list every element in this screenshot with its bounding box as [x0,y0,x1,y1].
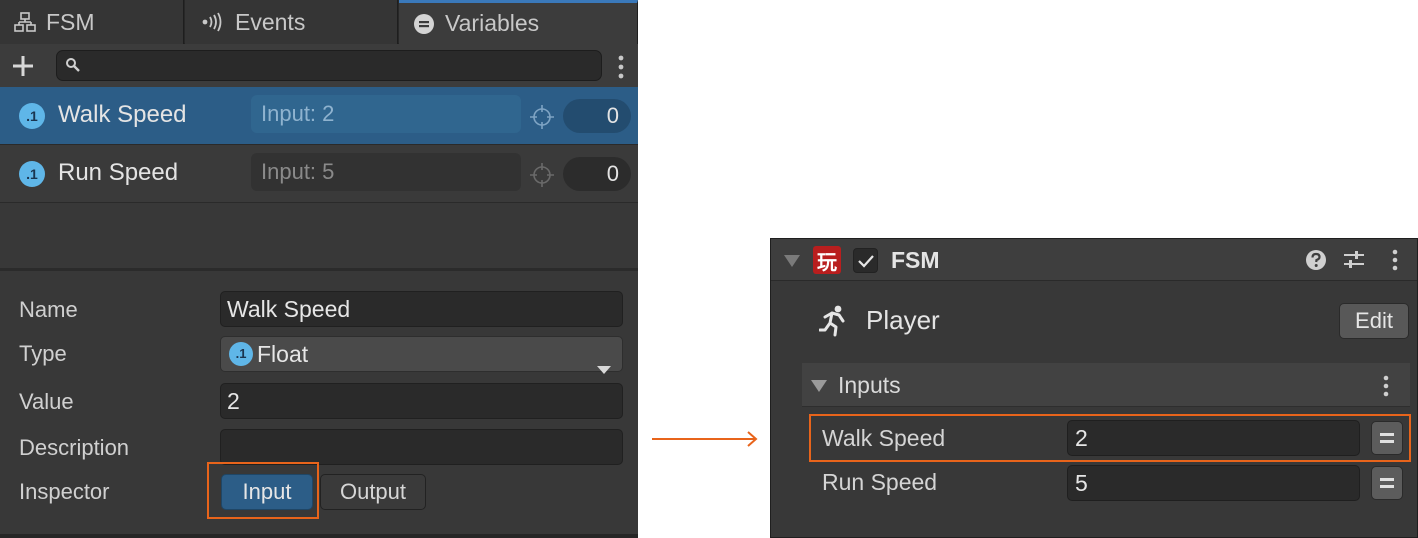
variable-value[interactable]: 0 [563,99,631,133]
float-type-icon: .1 [19,161,45,187]
input-field-run-speed[interactable]: 5 [1067,465,1360,501]
tab-events[interactable]: Events [185,0,398,44]
panel-bottom-border [0,534,638,538]
variables-list-empty-area [0,203,638,269]
kebab-menu-icon[interactable] [612,54,630,80]
tab-fsm[interactable]: FSM [0,0,184,44]
edit-button[interactable]: Edit [1339,303,1409,339]
fold-arrow-icon[interactable] [810,379,828,398]
plus-icon [13,56,33,76]
inspector-label: Inspector [19,479,110,504]
input-button-highlight [207,462,319,519]
target-icon[interactable] [529,104,555,135]
search-input[interactable] [87,53,587,78]
tab-variables[interactable]: Variables [399,0,638,44]
hierarchy-icon [14,12,36,32]
equals-icon [1380,478,1394,488]
variables-icon [413,13,435,35]
fsm-logo-icon: 玩 [813,246,841,274]
kebab-menu-icon[interactable] [1380,374,1392,403]
sliders-icon[interactable] [1343,249,1365,276]
kebab-menu-icon[interactable] [1389,248,1401,277]
search-box [56,50,602,81]
variable-name: Walk Speed [58,101,187,128]
component-header[interactable]: 玩 FSM [771,239,1417,281]
variable-row-walk-speed[interactable]: .1 Walk Speed Input: 2 0 [0,87,638,145]
type-value: Float [257,341,309,367]
name-label: Name [19,297,78,322]
fsm-editor-panel: FSM Events Variables .1 Walk Speed Input… [0,0,638,538]
search-icon [65,57,81,78]
variable-name: Run Speed [58,159,179,186]
owner-name: Player [866,305,940,335]
inputs-foldout[interactable]: Inputs [802,363,1410,407]
type-dropdown[interactable]: .1 Float [220,336,623,374]
component-title: FSM [891,247,940,273]
name-field[interactable]: Walk Speed [220,291,623,327]
use-variable-button[interactable] [1371,466,1403,500]
output-toggle-button[interactable]: Output [320,474,426,510]
description-field[interactable] [220,429,623,465]
broadcast-icon [201,12,225,32]
walk-speed-highlight [809,414,1411,462]
input-label-run-speed: Run Speed [822,469,938,495]
float-type-icon: .1 [229,342,253,366]
type-label: Type [19,341,67,366]
variable-io-chip: Input: 2 [251,95,521,133]
tab-events-label: Events [235,8,306,35]
variable-row-run-speed[interactable]: .1 Run Speed Input: 5 0 [0,145,638,203]
tab-bar: FSM Events Variables [0,0,638,44]
help-icon[interactable] [1305,249,1327,276]
float-type-icon: .1 [19,103,45,129]
description-label: Description [19,435,130,460]
running-person-icon [818,305,849,342]
tab-fsm-label: FSM [46,8,95,35]
value-label: Value [19,389,74,414]
flow-arrow [652,429,762,454]
variable-value[interactable]: 0 [563,157,631,191]
inputs-title: Inputs [838,372,901,398]
fsm-component-inspector: 玩 FSM Player Edit Inputs Walk Speed 2 Ru… [770,238,1418,538]
variables-toolbar [0,44,638,88]
target-icon[interactable] [529,162,555,193]
component-enabled-checkbox[interactable] [853,248,878,273]
variable-io-chip: Input: 5 [251,153,521,191]
fold-arrow-icon[interactable] [783,254,801,273]
tab-variables-label: Variables [445,10,540,36]
checkmark-icon [857,254,874,268]
add-variable-button[interactable] [8,51,38,81]
value-field[interactable]: 2 [220,383,623,419]
dropdown-arrow-icon [596,350,612,384]
properties-divider[interactable] [0,268,638,271]
